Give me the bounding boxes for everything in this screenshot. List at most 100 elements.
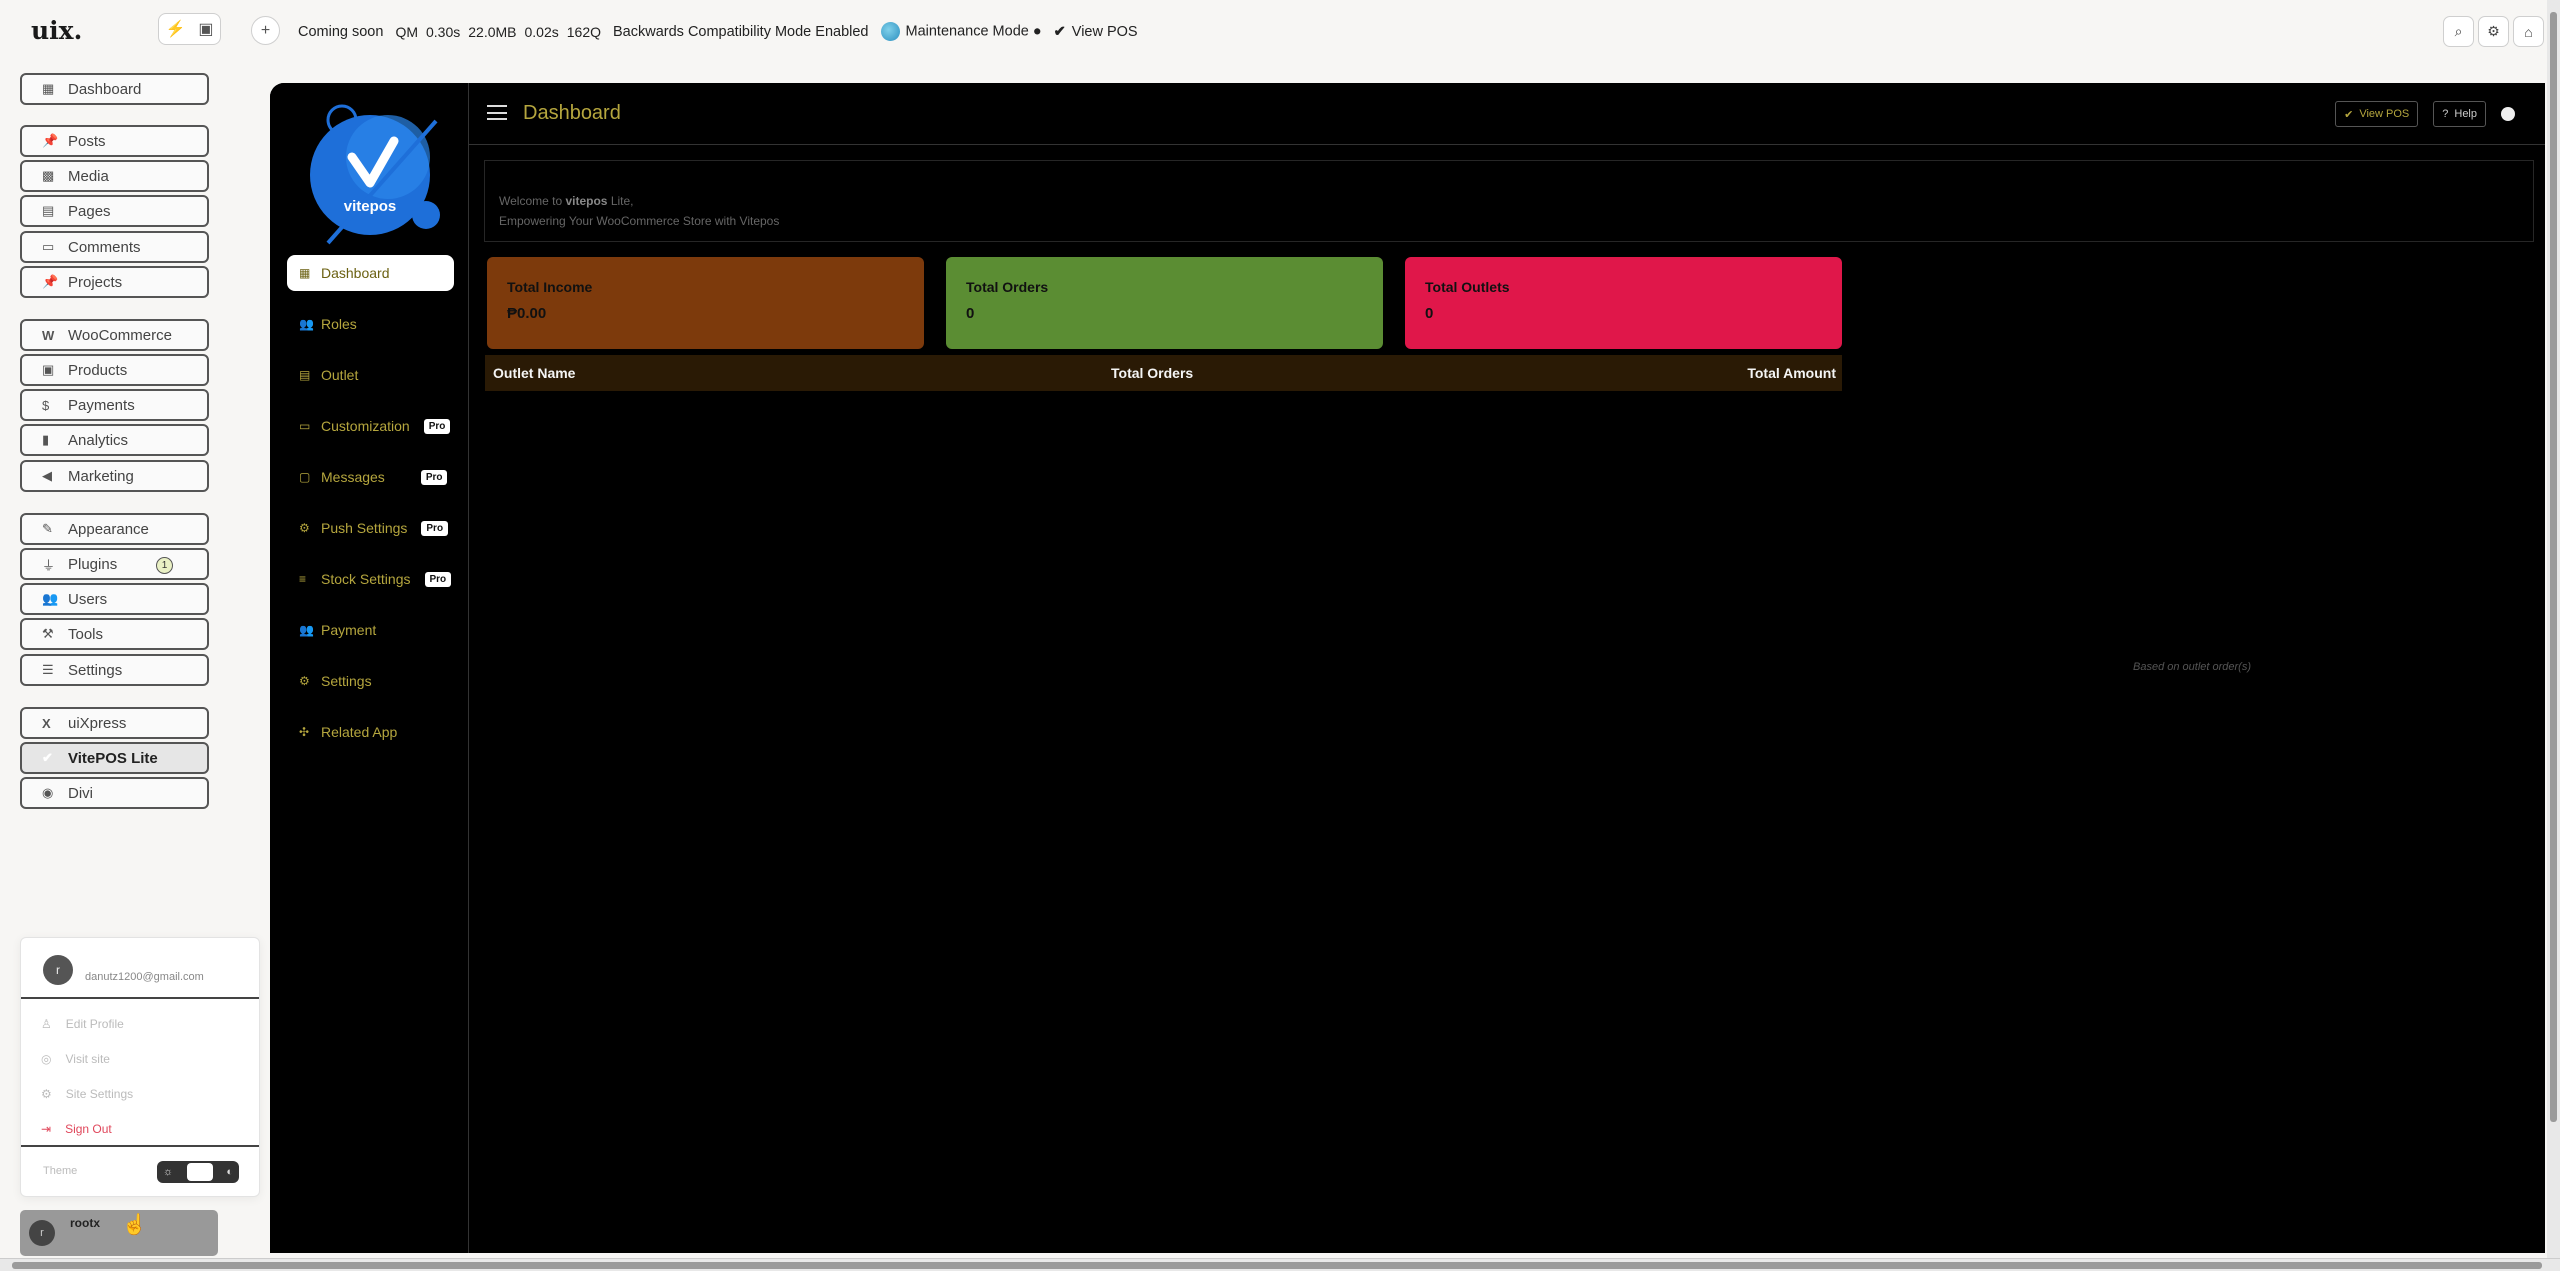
menu-vitepos-lite[interactable]: ✔ VitePOS Lite xyxy=(20,742,209,774)
nav-messages[interactable]: ▢ Messages Pro xyxy=(287,459,454,495)
stock-icon: ≡ xyxy=(299,572,307,586)
settings-button[interactable]: ⚙ xyxy=(2478,16,2509,47)
menu-marketing[interactable]: ◀ Marketing xyxy=(20,460,209,492)
search-button[interactable]: ⌕ xyxy=(2443,16,2474,47)
menu-label: uiXpress xyxy=(68,714,127,732)
nav-roles[interactable]: 👥 Roles xyxy=(287,306,454,342)
visit-site-item[interactable]: ◎ Visit site xyxy=(41,1052,110,1066)
view-pos-link[interactable]: ✔ View POS xyxy=(1054,24,1138,40)
view-pos-label: View POS xyxy=(1071,23,1138,40)
vitepos-logo[interactable]: vitepos xyxy=(298,95,448,245)
compat-mode-link[interactable]: Backwards Compatibility Mode Enabled xyxy=(613,24,869,40)
vitepos-sidebar: vitepos ▦ Dashboard 👥 Roles ▤ Outlet ▭ Custo… xyxy=(270,83,469,1253)
pin-icon: 📌 xyxy=(42,133,59,148)
welcome-banner: Welcome to vitepos Lite, Empowering Your… xyxy=(484,160,2534,242)
site-settings-item[interactable]: ⚙ Site Settings xyxy=(41,1087,133,1101)
admin-top-bar: uix. ⚡ ▣ + Coming soon QM 0.30s 22.0MB 0… xyxy=(0,0,2560,62)
check-icon: ✔ xyxy=(2344,108,2354,121)
menu-tools[interactable]: ⚒ Tools xyxy=(20,618,209,650)
layout-icon[interactable]: ▣ xyxy=(198,19,213,39)
pro-badge: Pro xyxy=(421,520,449,536)
nav-push-settings[interactable]: ⚙ Push Settings Pro xyxy=(287,510,454,546)
uix-logo[interactable]: uix. xyxy=(31,16,82,45)
message-icon: ▢ xyxy=(299,470,311,484)
qm-memory[interactable]: 22.0MB xyxy=(468,24,516,40)
nav-outlet[interactable]: ▤ Outlet xyxy=(287,357,454,393)
menu-payments[interactable]: $ Payments xyxy=(20,389,209,421)
menu-label: Analytics xyxy=(68,431,129,449)
edit-profile-item[interactable]: ♙ Edit Profile xyxy=(41,1017,124,1031)
dashboard-icon: ▦ xyxy=(299,266,311,280)
user-icon: ♙ xyxy=(41,1017,52,1031)
menu-woocommerce[interactable]: W WooCommerce xyxy=(20,319,209,351)
nav-label: Payment xyxy=(321,622,377,638)
menu-label: Payments xyxy=(68,396,135,414)
puzzle-icon: ✣ xyxy=(299,725,310,739)
add-new-button[interactable]: + xyxy=(251,16,280,45)
card-value: ₱0.00 xyxy=(507,305,547,322)
user-menu-popup: r danutz1200@gmail.com ♙ Edit Profile ◎ Vi… xyxy=(20,937,260,1197)
menu-pages[interactable]: ▤ Pages xyxy=(20,195,209,227)
menu-divi[interactable]: ◉ Divi xyxy=(20,777,209,809)
coming-soon-link[interactable]: Coming soon xyxy=(298,24,383,40)
menu-settings[interactable]: ☰ Settings xyxy=(20,654,209,686)
plug-icon: ⏚ xyxy=(42,557,56,573)
check-icon: ✔ xyxy=(42,750,53,765)
menu-users[interactable]: 👥 Users xyxy=(20,583,209,615)
header-actions: ✔ View POS ? Help xyxy=(2335,101,2515,127)
menu-products[interactable]: ▣ Products xyxy=(20,354,209,386)
scroll-thumb[interactable] xyxy=(2550,12,2557,1122)
sign-out-item[interactable]: ⇥ Sign Out xyxy=(41,1122,112,1136)
menu-label: Divi xyxy=(68,784,93,802)
nav-label: Settings xyxy=(321,673,372,689)
menu-posts[interactable]: 📌 Posts xyxy=(20,125,209,157)
qm-time[interactable]: 0.30s xyxy=(426,24,460,40)
page-icon: ▤ xyxy=(42,203,55,218)
horizontal-scrollbar[interactable] xyxy=(0,1258,2560,1271)
card-title: Total Outlets xyxy=(1425,279,1510,295)
nav-dashboard[interactable]: ▦ Dashboard xyxy=(287,255,454,291)
nav-payment[interactable]: 👥 Payment xyxy=(287,612,454,648)
bolt-icon[interactable]: ⚡ xyxy=(165,19,185,39)
nav-related-app[interactable]: ✣ Related App xyxy=(287,714,454,750)
hamburger-menu-icon[interactable] xyxy=(487,105,507,120)
x-icon: X xyxy=(42,715,51,731)
help-button[interactable]: ? Help xyxy=(2433,101,2486,127)
menu-appearance[interactable]: ✎ Appearance xyxy=(20,513,209,545)
nav-customization[interactable]: ▭ Customization Pro xyxy=(287,408,454,444)
megaphone-icon: ◀ xyxy=(42,468,52,483)
wrench-icon: ⚒ xyxy=(42,626,54,641)
menu-label: Pages xyxy=(68,202,111,220)
user-account-button[interactable]: r rootx xyxy=(20,1210,218,1256)
vertical-scrollbar[interactable] xyxy=(2547,0,2560,1258)
dark-mode-toggle[interactable] xyxy=(2501,107,2515,121)
quick-actions-group: ⚡ ▣ xyxy=(158,13,221,45)
maintenance-mode-link[interactable]: Maintenance Mode ● xyxy=(880,22,1042,41)
avatar: r xyxy=(43,955,73,985)
toggle-knob xyxy=(186,1163,213,1181)
menu-uixpress[interactable]: XuiXpress xyxy=(20,707,209,739)
nav-settings[interactable]: ⚙ Settings xyxy=(287,663,454,699)
sliders-icon: ☰ xyxy=(42,662,54,677)
woo-icon: W xyxy=(42,327,55,343)
qm-db-time[interactable]: 0.02s xyxy=(525,24,559,40)
qm-queries[interactable]: 162Q xyxy=(567,24,601,40)
menu-plugins[interactable]: ⏚ Plugins 1 xyxy=(20,548,209,580)
menu-dashboard[interactable]: ▦ Dashboard xyxy=(20,73,209,105)
menu-media[interactable]: ▩ Media xyxy=(20,160,209,192)
menu-comments[interactable]: ▭ Comments xyxy=(20,231,209,263)
view-pos-button[interactable]: ✔ View POS xyxy=(2335,101,2419,127)
menu-analytics[interactable]: ▮ Analytics xyxy=(20,424,209,456)
theme-toggle[interactable]: ☼ ◐ xyxy=(157,1161,239,1183)
qm-link[interactable]: QM xyxy=(395,24,418,40)
gear-icon: ⚙ xyxy=(2487,23,2500,39)
nav-label: Roles xyxy=(321,316,357,332)
payment-icon: 👥 xyxy=(299,623,314,637)
welcome-suffix: Lite, xyxy=(607,194,634,208)
menu-projects[interactable]: 📌 Projects xyxy=(20,266,209,298)
scroll-thumb[interactable] xyxy=(12,1262,2542,1269)
total-orders-card: Total Orders 0 xyxy=(946,257,1383,349)
home-button[interactable]: ⌂ xyxy=(2513,16,2544,47)
menu-label: Users xyxy=(68,590,108,608)
nav-stock-settings[interactable]: ≡ Stock Settings Pro xyxy=(287,561,454,597)
